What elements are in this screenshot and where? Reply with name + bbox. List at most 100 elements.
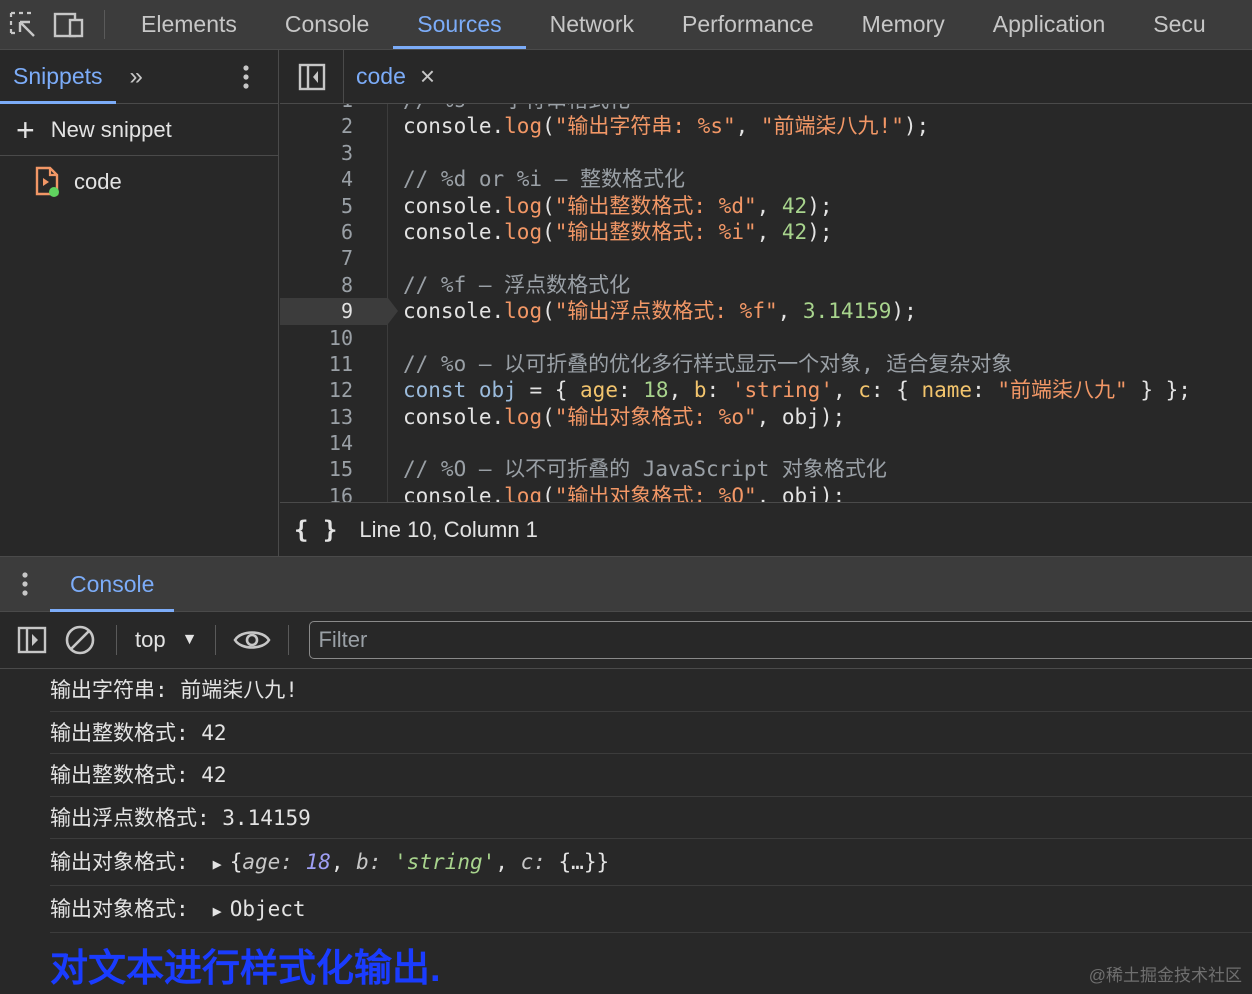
context-label: top (135, 627, 166, 652)
snippet-file-name: code (74, 169, 122, 194)
code-string: "输出浮点数格式: %f" (554, 299, 778, 324)
code-number: 42 (781, 193, 808, 218)
line-number[interactable]: 8 (280, 272, 387, 298)
code-string: 'string' (731, 378, 833, 403)
object-value: 18 (305, 850, 331, 874)
editor-tab-code[interactable]: code × (344, 50, 447, 104)
tab-network[interactable]: Network (526, 0, 658, 49)
filter-input[interactable]: Filter (309, 621, 1252, 659)
navigator-menu-icon[interactable] (242, 64, 250, 95)
object-value: {…} (558, 850, 597, 874)
context-selector[interactable]: top ▼ (129, 627, 203, 653)
line-number-current[interactable]: 9 (280, 298, 387, 325)
code-number: 3.14159 (802, 299, 892, 324)
line-number[interactable]: 14 (280, 430, 387, 456)
tab-snippets[interactable]: Snippets (0, 50, 116, 104)
editor-area: code × 1 2 3 4 5 6 7 8 9 10 11 12 13 14 … (280, 49, 1252, 556)
console-message: 输出浮点数格式: 3.14159 (50, 797, 1252, 839)
code-number: 42 (781, 219, 808, 244)
code-line-15: // %O – 以不可折叠的 JavaScript 对象格式化 (403, 456, 1191, 482)
code-line-6: console.log("输出整数格式: %i", 42); (403, 219, 833, 244)
device-toolbar-icon[interactable] (46, 0, 92, 49)
code-editor[interactable]: 1 2 3 4 5 6 7 8 9 10 11 12 13 14 15 16 /… (280, 104, 1252, 502)
watermark: @稀土掘金技术社区 (1088, 966, 1242, 985)
editor-status-bar: { } Line 10, Column 1 (280, 502, 1252, 556)
tab-performance[interactable]: Performance (658, 0, 838, 49)
line-number[interactable]: 11 (280, 351, 387, 377)
tab-application[interactable]: Application (969, 0, 1130, 49)
code-keyword: const (403, 378, 467, 403)
code-string: "输出字符串: %s" (554, 114, 736, 139)
snippet-file-icon (35, 166, 59, 197)
line-number[interactable]: 16 (280, 483, 387, 502)
line-number[interactable]: 12 (280, 377, 387, 403)
console-message-object: 输出对象格式: ▶ {age: 18, b: 'string', c: {…}} (50, 839, 1252, 886)
devtools-tabbar: Elements Console Sources Network Perform… (0, 0, 1252, 50)
toolbar-divider (215, 625, 217, 655)
show-sidebar-icon[interactable] (8, 626, 56, 654)
line-number[interactable]: 13 (280, 404, 387, 430)
line-number[interactable]: 2 (280, 113, 387, 139)
line-number[interactable]: 5 (280, 193, 387, 219)
line-number[interactable]: 3 (280, 140, 387, 166)
inspect-element-icon[interactable] (0, 0, 46, 49)
object-key: c (520, 850, 534, 874)
line-number[interactable]: 4 (280, 166, 387, 192)
code-line-8: // %f – 浮点数格式化 (403, 272, 1191, 298)
snippet-file-item[interactable]: code (0, 156, 278, 208)
tab-security[interactable]: Secu (1129, 0, 1229, 49)
code-comment: // %f – 浮点数格式化 (403, 272, 631, 297)
line-number[interactable]: 1 (280, 104, 387, 113)
code-line-11: // %o – 以可折叠的优化多行样式显示一个对象, 适合复杂对象 (403, 351, 1191, 377)
plus-icon: + (16, 111, 35, 148)
toggle-navigator-icon[interactable] (280, 49, 344, 104)
expand-triangle-icon[interactable]: ▶ (213, 855, 222, 873)
code-number: 18 (643, 378, 669, 403)
styled-console-message: 对文本进行样式化输出. (50, 948, 441, 987)
drawer-menu-icon[interactable] (0, 571, 50, 597)
object-value: 'string' (394, 850, 496, 874)
more-tabs-chevron-icon[interactable]: » (130, 63, 143, 91)
tab-sources[interactable]: Sources (393, 0, 527, 49)
new-snippet-label: New snippet (50, 116, 172, 142)
live-expression-eye-icon[interactable] (228, 628, 276, 652)
close-icon[interactable]: × (420, 61, 435, 92)
new-snippet-button[interactable]: + New snippet (0, 104, 278, 156)
code-line-13: console.log("输出对象格式: %o", obj); (403, 404, 846, 429)
message-prefix: 输出对象格式: (50, 897, 189, 921)
tab-memory[interactable]: Memory (838, 0, 969, 49)
line-number[interactable]: 7 (280, 245, 387, 271)
code-string: "输出整数格式: %d" (554, 193, 757, 218)
code-string: "前端柒八九!" (760, 114, 904, 139)
tab-console[interactable]: Console (261, 0, 393, 49)
sources-navigator: Snippets » + New snippet code (0, 50, 279, 556)
editor-tabbar: code × (280, 49, 1252, 104)
code-lines: // %s – 字符串格式化 console.log("输出字符串: %s", … (403, 104, 1191, 502)
toolbar-divider (104, 10, 105, 39)
console-message-object: 输出对象格式: ▶ Object (50, 886, 1252, 933)
clear-console-icon[interactable] (56, 624, 104, 656)
toolbar-divider (288, 625, 290, 655)
code-string: "输出对象格式: %o" (554, 404, 757, 429)
line-number[interactable]: 15 (280, 456, 387, 482)
line-number-gutter: 1 2 3 4 5 6 7 8 9 10 11 12 13 14 15 16 (280, 104, 388, 502)
code-line-2: console.log("输出字符串: %s", "前端柒八九!"); (403, 114, 930, 139)
tab-elements[interactable]: Elements (117, 0, 261, 49)
object-key: age (242, 850, 281, 874)
console-message: 输出整数格式: 42 (50, 754, 1252, 797)
line-number[interactable]: 6 (280, 219, 387, 245)
console-message: 输出字符串: 前端柒八九! (50, 669, 1252, 712)
drawer-header: Console (0, 557, 1252, 612)
code-string: "前端柒八九" (997, 378, 1128, 403)
code-comment: // %s – 字符串格式化 (403, 104, 630, 112)
drawer-tab-console[interactable]: Console (50, 557, 175, 612)
code-line-9: console.log("输出浮点数格式: %f", 3.14159); (403, 299, 917, 324)
expand-triangle-icon[interactable]: ▶ (213, 902, 222, 920)
cursor-position: Line 10, Column 1 (359, 516, 538, 542)
pretty-print-icon[interactable]: { } (294, 516, 337, 544)
line-number[interactable]: 10 (280, 325, 387, 351)
object-key: b (356, 850, 369, 874)
navigator-header: Snippets » (0, 50, 278, 104)
